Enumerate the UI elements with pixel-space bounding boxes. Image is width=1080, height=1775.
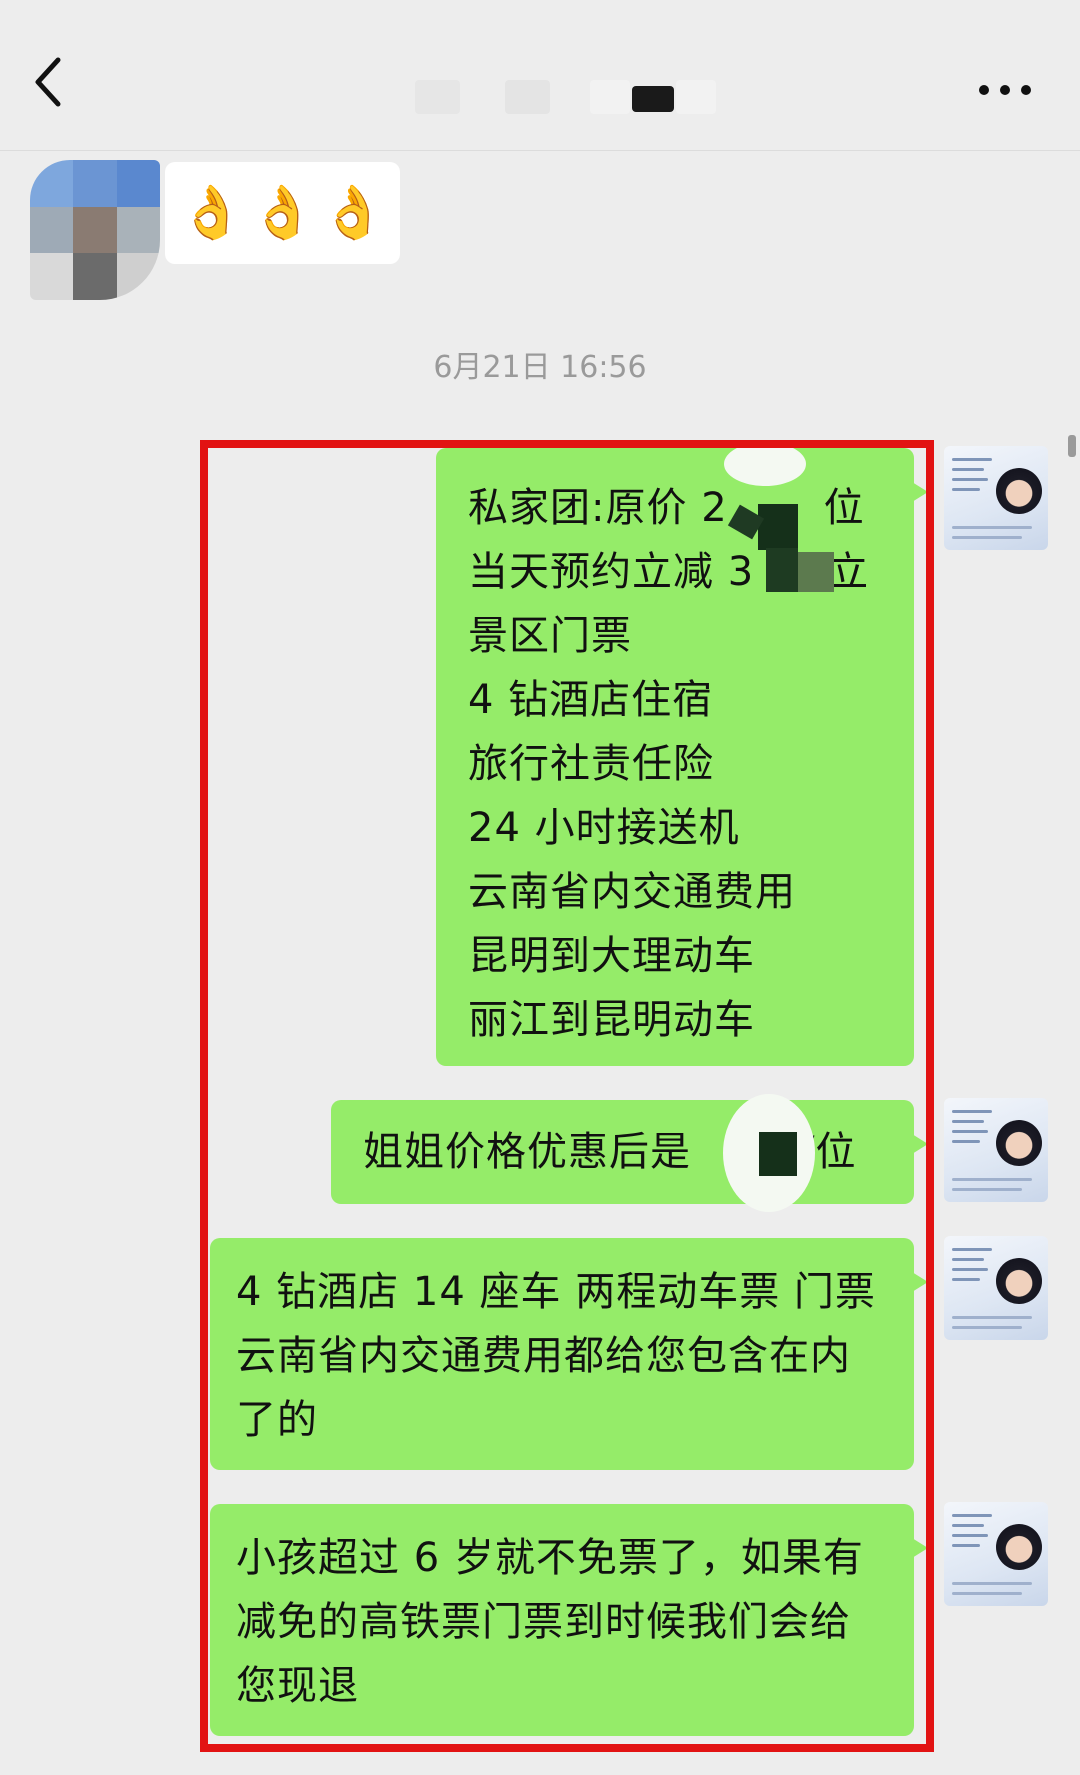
- outgoing-message-price[interactable]: 姐姐价格优惠后是/位: [331, 1094, 928, 1212]
- user-avatar[interactable]: [944, 1502, 1048, 1606]
- redaction-mark: [724, 442, 806, 486]
- ellipsis-icon: [979, 85, 1031, 95]
- user-avatar[interactable]: [944, 446, 1048, 550]
- ok-hand-emoji: 👌: [250, 183, 315, 243]
- message-line: 24 小时接送机: [468, 805, 740, 851]
- message-line: 了的: [236, 1397, 318, 1443]
- message-line: 私家团:原价 2位: [468, 485, 865, 531]
- ok-hand-emoji: 👌: [179, 183, 245, 243]
- chevron-left-icon: [35, 57, 61, 107]
- redaction-mark: [798, 552, 834, 592]
- message-line: 当天预约立减 3立: [468, 549, 870, 595]
- message-line: 减免的高铁票门票到时候我们会给: [236, 1599, 851, 1645]
- message-line: 旅行社责任险: [468, 741, 714, 787]
- chat-title-redacted: [400, 72, 720, 122]
- redaction-mark: [759, 1132, 797, 1176]
- outgoing-message-package-details[interactable]: 私家团:原价 2位 当天预约立减 3立 景区门票 4 钻酒店住宿 旅行社责任险 …: [436, 442, 928, 1066]
- message-line: 4 钻酒店 14 座车 两程动车票 门票: [236, 1269, 876, 1315]
- message-line: 云南省内交通费用都给您包含在内: [236, 1333, 851, 1379]
- contact-avatar[interactable]: [30, 160, 160, 300]
- user-avatar[interactable]: [944, 1098, 1048, 1202]
- more-options-button[interactable]: [970, 70, 1040, 110]
- message-line: 丽江到昆明动车: [468, 997, 755, 1043]
- message-timestamp: 6月21日 16:56: [433, 350, 647, 385]
- redaction-mark: [758, 504, 798, 550]
- message-line: 您现退: [236, 1663, 359, 1709]
- message-line: 昆明到大理动车: [468, 933, 755, 979]
- message-line: 4 钻酒店住宿: [468, 677, 714, 723]
- message-line: 云南省内交通费用: [468, 869, 796, 915]
- message-line: 小孩超过 6 岁就不免票了，如果有: [236, 1535, 864, 1581]
- back-button[interactable]: [30, 52, 90, 122]
- redaction-mark: [766, 548, 798, 592]
- user-avatar[interactable]: [944, 1236, 1048, 1340]
- ok-hand-emoji: 👌: [320, 183, 386, 243]
- scrollbar-thumb[interactable]: [1068, 435, 1076, 457]
- incoming-emoji-message[interactable]: 👌 👌 👌: [165, 162, 400, 264]
- chat-header: [0, 0, 1080, 151]
- outgoing-message-inclusions[interactable]: 4 钻酒店 14 座车 两程动车票 门票 云南省内交通费用都给您包含在内 了的: [210, 1238, 928, 1470]
- message-line: 景区门票: [468, 613, 632, 659]
- outgoing-message-child-ticket[interactable]: 小孩超过 6 岁就不免票了，如果有 减免的高铁票门票到时候我们会给 您现退: [210, 1504, 928, 1736]
